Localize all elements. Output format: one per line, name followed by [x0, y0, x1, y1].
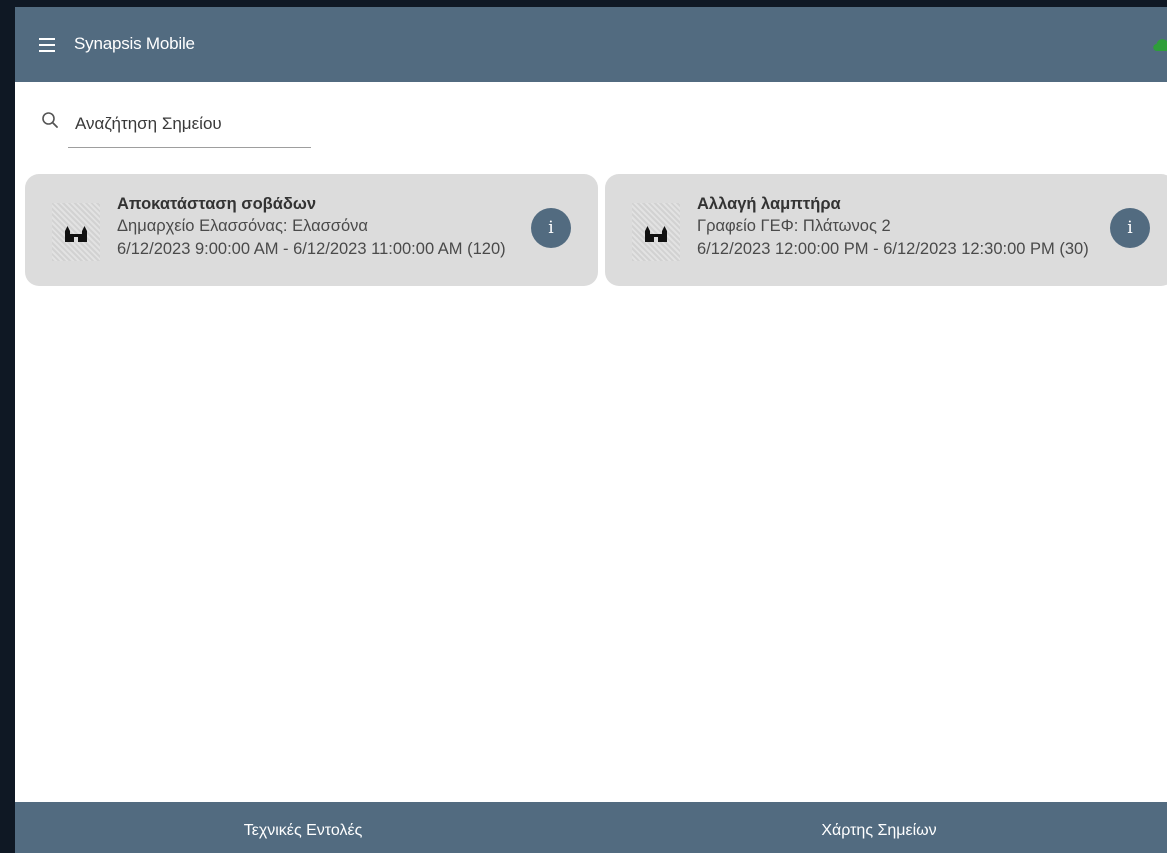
- info-button[interactable]: i: [531, 208, 571, 248]
- task-card[interactable]: Αποκατάσταση σοβάδων Δημαρχείο Ελασσόνας…: [25, 174, 598, 286]
- building-icon: [65, 226, 87, 242]
- search-underline: [68, 147, 311, 148]
- location-thumbnail: [632, 203, 680, 261]
- menu-icon[interactable]: [39, 38, 55, 52]
- search-input[interactable]: [67, 109, 311, 139]
- cloud-icon[interactable]: [1151, 35, 1167, 53]
- task-card[interactable]: Αλλαγή λαμπτήρα Γραφείο ΓΕΦ: Πλάτωνος 2 …: [605, 174, 1167, 286]
- tab-points-map[interactable]: Χάρτης Σημείων: [591, 802, 1167, 853]
- task-location: Γραφείο ΓΕΦ: Πλάτωνος 2: [697, 217, 891, 235]
- task-title: Αποκατάσταση σοβάδων: [117, 195, 316, 213]
- app-title: Synapsis Mobile: [74, 34, 195, 53]
- task-title: Αλλαγή λαμπτήρα: [697, 195, 841, 213]
- app-window: Synapsis Mobile Αποκατάσταση σοβάδων Δημ: [15, 7, 1167, 853]
- bottom-nav: Τεχνικές Εντολές Χάρτης Σημείων: [15, 802, 1167, 853]
- task-time: 6/12/2023 12:00:00 PM - 6/12/2023 12:30:…: [697, 240, 1089, 258]
- search-icon: [42, 112, 58, 128]
- search-bar: [41, 109, 311, 149]
- location-thumbnail: [52, 203, 100, 261]
- app-bar: Synapsis Mobile: [15, 7, 1167, 82]
- info-button[interactable]: i: [1110, 208, 1150, 248]
- task-location: Δημαρχείο Ελασσόνας: Ελασσόνα: [117, 217, 368, 235]
- building-icon: [645, 226, 667, 242]
- task-time: 6/12/2023 9:00:00 AM - 6/12/2023 11:00:0…: [117, 240, 506, 258]
- tab-technical-orders[interactable]: Τεχνικές Εντολές: [15, 802, 591, 853]
